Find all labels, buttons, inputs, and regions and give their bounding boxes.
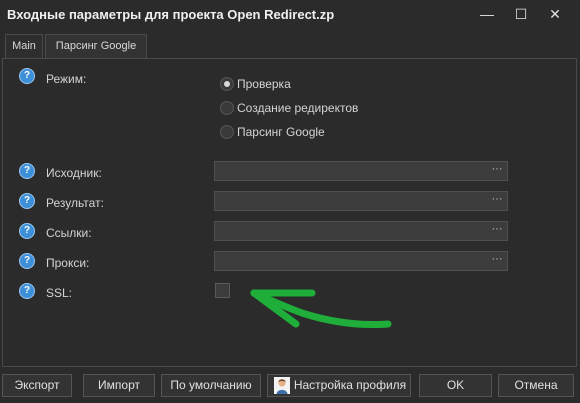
profile-settings-button[interactable]: Настройка профиля [267,374,411,397]
browse-button[interactable]: ··· [489,162,505,180]
import-button[interactable]: Импорт [83,374,155,397]
source-input[interactable] [215,162,493,180]
radio-button-selected[interactable] [220,77,234,91]
source-field[interactable]: ··· [214,161,508,181]
ok-button[interactable]: OK [419,374,492,397]
links-field[interactable]: ··· [214,221,508,241]
export-button[interactable]: Экспорт [2,374,72,397]
ssl-checkbox[interactable] [215,283,230,298]
result-field[interactable]: ··· [214,191,508,211]
browse-button[interactable]: ··· [489,222,505,240]
links-input[interactable] [215,222,493,240]
result-input[interactable] [215,192,493,210]
help-icon[interactable]: ? [19,253,35,269]
radio-label-create-redirects[interactable]: Создание редиректов [237,101,358,115]
user-profile-icon [274,377,290,394]
maximize-icon[interactable]: ☐ [504,0,538,28]
help-icon[interactable]: ? [19,283,35,299]
proxy-label: Прокси: [46,256,90,270]
help-icon[interactable]: ? [19,223,35,239]
source-label: Исходник: [46,166,102,180]
window-title: Входные параметры для проекта Open Redir… [7,7,335,22]
tab-main[interactable]: Main [5,34,43,59]
browse-button[interactable]: ··· [489,192,505,210]
help-icon[interactable]: ? [19,193,35,209]
cancel-button[interactable]: Отмена [498,374,574,397]
title-bar[interactable]: Входные параметры для проекта Open Redir… [0,0,580,30]
defaults-button[interactable]: По умолчанию [161,374,261,397]
annotation-arrow-icon [250,289,392,328]
radio-button[interactable] [220,125,234,139]
profile-settings-label: Настройка профиля [293,378,407,392]
links-label: Ссылки: [46,226,92,240]
dialog-window: Входные параметры для проекта Open Redir… [0,0,580,403]
help-icon[interactable]: ? [19,163,35,179]
proxy-input[interactable] [215,252,493,270]
mode-label: Режим: [46,72,87,86]
radio-label-check[interactable]: Проверка [237,77,291,91]
radio-label-google-parsing[interactable]: Парсинг Google [237,125,325,139]
result-label: Результат: [46,196,104,210]
ssl-label: SSL: [46,286,73,300]
radio-button[interactable] [220,101,234,115]
close-icon[interactable]: ✕ [538,0,572,28]
browse-button[interactable]: ··· [489,252,505,270]
proxy-field[interactable]: ··· [214,251,508,271]
minimize-icon[interactable]: — [470,0,504,28]
tab-google-parsing[interactable]: Парсинг Google [45,34,147,58]
help-icon[interactable]: ? [19,68,35,84]
